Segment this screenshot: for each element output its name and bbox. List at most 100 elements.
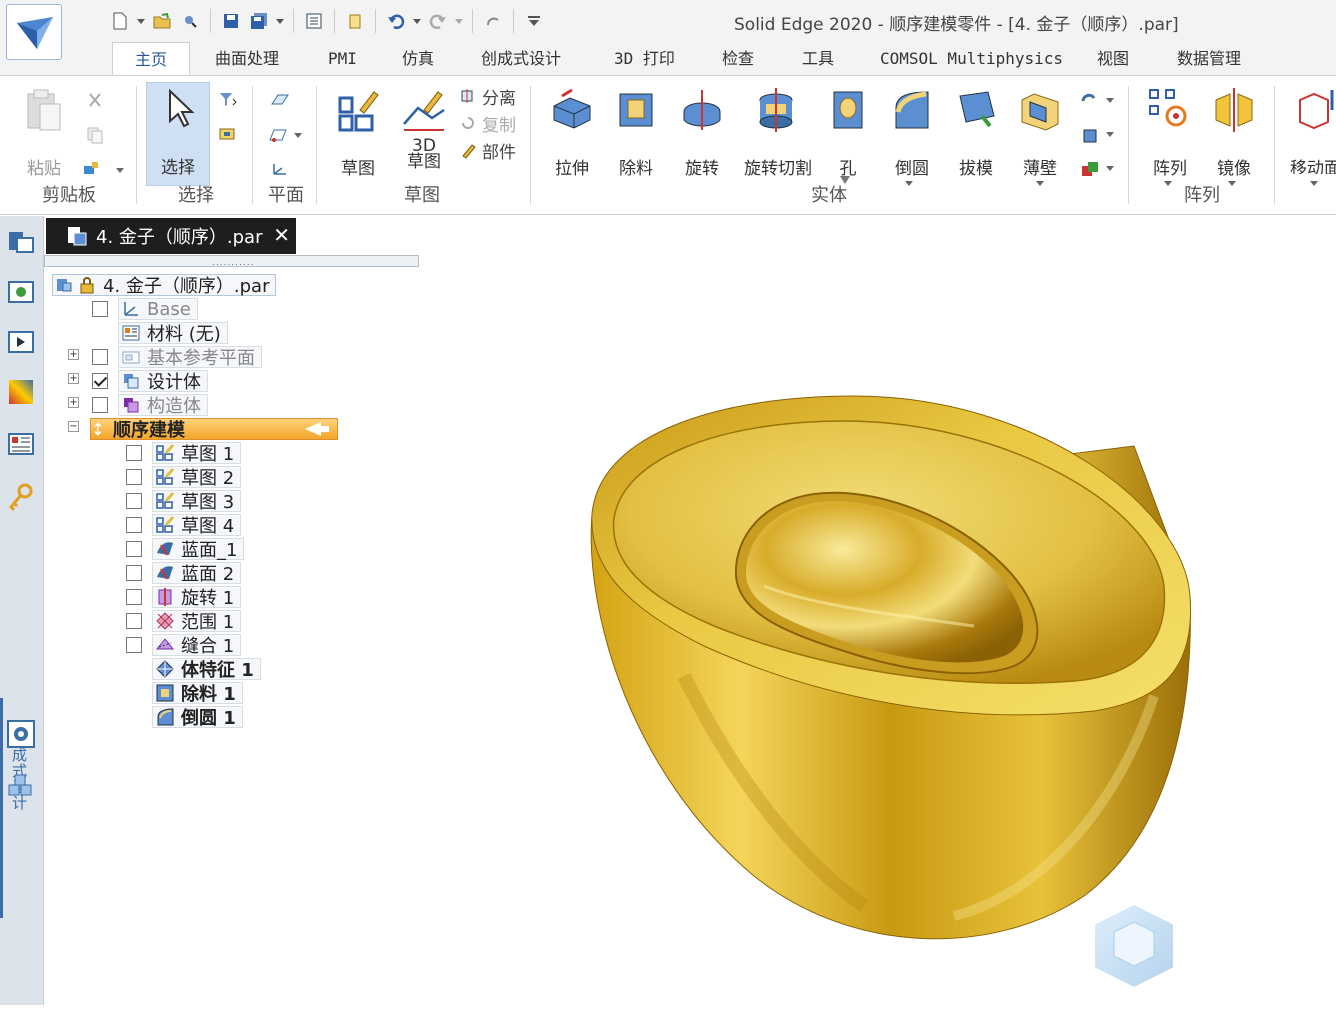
chevron-down-icon[interactable] xyxy=(294,133,302,138)
tree-item-ref-planes[interactable]: 基本参考平面 xyxy=(92,345,262,369)
color-manager-icon[interactable] xyxy=(5,376,37,408)
add-body-icon[interactable] xyxy=(1080,126,1100,144)
new-file-icon[interactable] xyxy=(108,9,132,33)
tree-item-feature[interactable]: 蓝面_1 xyxy=(126,537,245,561)
tree-item-body-feature[interactable]: 体特征 1 xyxy=(152,657,261,681)
thin-wall-button[interactable]: 薄壁 xyxy=(1010,84,1070,179)
document-tab[interactable]: 4. 金子（顺序）.par ✕ xyxy=(46,218,296,254)
select-tool-icon[interactable] xyxy=(218,124,238,144)
generative-design-key-icon[interactable] xyxy=(5,481,37,513)
save-all-icon[interactable] xyxy=(247,9,271,33)
tree-item-design-body[interactable]: 设计体 xyxy=(92,369,208,393)
revolve-cut-button[interactable]: 旋转切割 xyxy=(744,84,812,179)
tab-tools[interactable]: 工具 xyxy=(780,42,856,76)
tree-item-feature[interactable]: 草图 3 xyxy=(126,489,242,513)
part-button[interactable]: 部件 xyxy=(460,138,516,163)
cutout-button[interactable]: 除料 xyxy=(606,84,666,179)
chevron-down-icon[interactable] xyxy=(454,9,464,33)
tree-item-construction[interactable]: 构造体 xyxy=(92,393,208,417)
tree-item-feature[interactable]: 蓝面 2 xyxy=(126,561,242,585)
chevron-down-icon[interactable] xyxy=(116,168,124,173)
visibility-checkbox[interactable] xyxy=(126,637,142,653)
mirror-button[interactable]: 镜像 xyxy=(1204,84,1264,179)
tree-item-feature[interactable]: 草图 4 xyxy=(126,513,242,537)
application-button[interactable] xyxy=(6,4,62,60)
extrude-button[interactable]: 拉伸 xyxy=(542,84,602,179)
tree-item-material[interactable]: 材料 (无) xyxy=(118,321,228,345)
visibility-checkbox[interactable] xyxy=(126,445,142,461)
sketch-button[interactable]: 草图 xyxy=(328,84,388,179)
visibility-checkbox[interactable] xyxy=(92,349,108,365)
paste-button[interactable]: 粘贴 xyxy=(14,84,74,179)
tree-item-body-feature[interactable]: 除料 1 xyxy=(152,681,243,705)
properties-panel-icon[interactable] xyxy=(5,428,37,460)
visibility-checkbox[interactable] xyxy=(126,517,142,533)
round-button[interactable]: 倒圆 xyxy=(882,84,942,179)
visibility-checkbox[interactable] xyxy=(126,565,142,581)
tab-pmi[interactable]: PMI xyxy=(306,42,379,76)
chevron-down-icon[interactable] xyxy=(1036,181,1044,186)
repeat-icon[interactable] xyxy=(481,9,505,33)
visibility-checkbox[interactable] xyxy=(92,301,108,317)
expand-icon[interactable]: + xyxy=(68,373,79,384)
copy-icon[interactable] xyxy=(86,126,104,144)
properties-icon[interactable] xyxy=(302,9,326,33)
coincident-plane-icon[interactable] xyxy=(270,92,290,110)
thicken-icon[interactable] xyxy=(1080,92,1100,110)
find-icon[interactable] xyxy=(178,9,202,33)
save-icon[interactable] xyxy=(219,9,243,33)
chevron-down-icon[interactable] xyxy=(275,9,285,33)
tree-item-body-feature[interactable]: 倒圆 1 xyxy=(152,705,243,729)
feature-library-icon[interactable] xyxy=(5,326,37,358)
expand-icon[interactable]: + xyxy=(68,397,79,408)
tree-item-feature[interactable]: 缝合 1 xyxy=(126,633,242,657)
select-button[interactable]: 选择 xyxy=(146,82,210,186)
visibility-checkbox[interactable] xyxy=(126,493,142,509)
tree-item-feature[interactable]: 草图 1 xyxy=(126,441,242,465)
tab-comsol[interactable]: COMSOL Multiphysics xyxy=(858,42,1085,76)
visibility-checkbox[interactable] xyxy=(92,373,108,389)
redo-icon[interactable] xyxy=(426,9,450,33)
chevron-down-icon[interactable] xyxy=(1310,181,1318,186)
settings-panel-icon[interactable] xyxy=(5,718,37,750)
tree-item-feature[interactable]: 草图 2 xyxy=(126,465,242,489)
tab-generative-design[interactable]: 创成式设计 xyxy=(459,42,583,76)
chevron-down-icon[interactable] xyxy=(1106,98,1114,103)
tab-data-management[interactable]: 数据管理 xyxy=(1155,42,1263,76)
visibility-checkbox[interactable] xyxy=(92,397,108,413)
hole-button[interactable]: 孔 xyxy=(818,84,878,179)
rollback-arrow-icon[interactable] xyxy=(303,421,331,437)
tree-item-base[interactable]: Base xyxy=(92,297,198,321)
visibility-checkbox[interactable] xyxy=(126,589,142,605)
visibility-checkbox[interactable] xyxy=(126,541,142,557)
chevron-down-icon[interactable] xyxy=(1106,166,1114,171)
expand-icon[interactable]: + xyxy=(68,349,79,360)
chevron-down-icon[interactable] xyxy=(905,181,913,186)
move-faces-button[interactable]: 移动面 xyxy=(1284,84,1336,174)
tab-3d-print[interactable]: 3D 打印 xyxy=(592,42,697,76)
tab-simulation[interactable]: 仿真 xyxy=(380,42,456,76)
chevron-down-icon[interactable] xyxy=(1106,132,1114,137)
tab-home[interactable]: 主页 xyxy=(112,42,191,76)
draft-button[interactable]: 拔模 xyxy=(946,84,1006,179)
select-filter-icon[interactable] xyxy=(218,90,238,110)
angled-plane-icon[interactable] xyxy=(268,126,288,144)
union-icon[interactable] xyxy=(1080,160,1100,178)
3d-viewport[interactable] xyxy=(434,256,1336,1005)
revolve-button[interactable]: 旋转 xyxy=(672,84,732,179)
chevron-down-icon[interactable] xyxy=(412,9,422,33)
tab-view[interactable]: 视图 xyxy=(1075,42,1151,76)
copy-sketch-button[interactable]: 复制 xyxy=(460,111,516,136)
customize-qat-icon[interactable] xyxy=(522,9,546,33)
chevron-down-icon[interactable] xyxy=(136,9,146,33)
pathfinder-icon[interactable] xyxy=(5,226,37,258)
3d-sketch-button[interactable]: 3D 草图 xyxy=(394,84,454,174)
coordinate-system-icon[interactable] xyxy=(270,160,290,178)
collapse-icon[interactable]: − xyxy=(68,421,79,432)
document-icon[interactable] xyxy=(343,9,367,33)
tab-inspect[interactable]: 检查 xyxy=(700,42,776,76)
layers-icon[interactable] xyxy=(5,276,37,308)
tree-item-feature[interactable]: 旋转 1 xyxy=(126,585,242,609)
format-painter-icon[interactable] xyxy=(82,160,100,178)
visibility-checkbox[interactable] xyxy=(126,613,142,629)
